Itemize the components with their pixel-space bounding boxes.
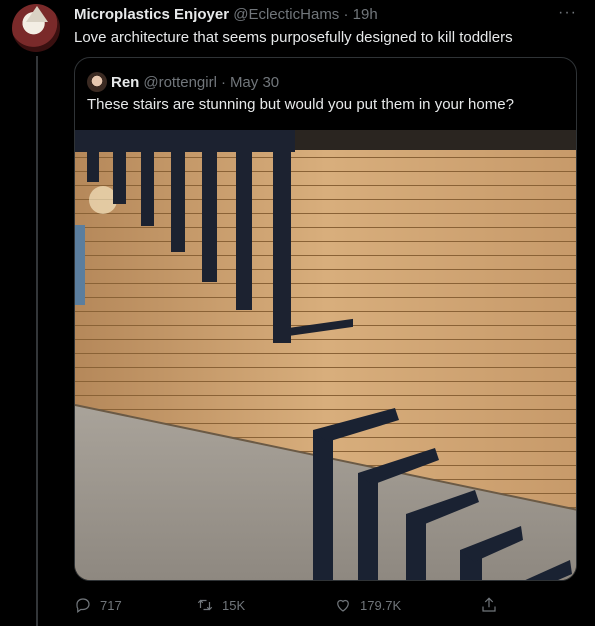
reply-icon <box>76 598 90 613</box>
retweet-count: 15K <box>222 597 246 613</box>
thread-line <box>36 56 38 626</box>
quoted-avatar <box>87 72 107 92</box>
retweet-button[interactable]: 15K <box>196 596 245 614</box>
quoted-text: These stairs are stunning but would you … <box>87 96 514 113</box>
tweet-text: Love architecture that seems purposefull… <box>74 29 513 46</box>
like-count: 179.7K <box>360 597 402 613</box>
like-icon <box>337 599 349 612</box>
reply-count: 717 <box>100 597 122 613</box>
reply-button[interactable]: 717 <box>74 596 122 614</box>
stairs-photo[interactable] <box>75 130 577 581</box>
author-name[interactable]: Microplastics Enjoyer <box>74 6 229 23</box>
quoted-handle: @rottengirl <box>143 73 217 91</box>
quoted-tweet[interactable]: Ren @rottengirl · May 30 These stairs ar… <box>74 57 577 581</box>
action-bar: 717 15K 179.7K <box>74 596 514 616</box>
separator-dot: · <box>220 73 226 91</box>
retweet-icon <box>197 599 213 611</box>
like-button[interactable]: 179.7K <box>334 596 401 614</box>
tweet-header: Microplastics Enjoyer @EclecticHams · 19… <box>74 6 378 23</box>
more-icon[interactable]: ··· <box>558 4 577 22</box>
author-avatar[interactable] <box>12 4 60 52</box>
separator-dot: · <box>343 6 349 23</box>
author-handle[interactable]: @EclecticHams <box>233 6 339 23</box>
tweet-time[interactable]: 19h <box>353 6 378 23</box>
share-button[interactable] <box>480 596 498 614</box>
quoted-author-name: Ren <box>111 73 140 91</box>
quoted-header: Ren @rottengirl · May 30 <box>87 72 279 92</box>
quoted-date: May 30 <box>229 73 280 91</box>
share-icon <box>482 597 496 612</box>
